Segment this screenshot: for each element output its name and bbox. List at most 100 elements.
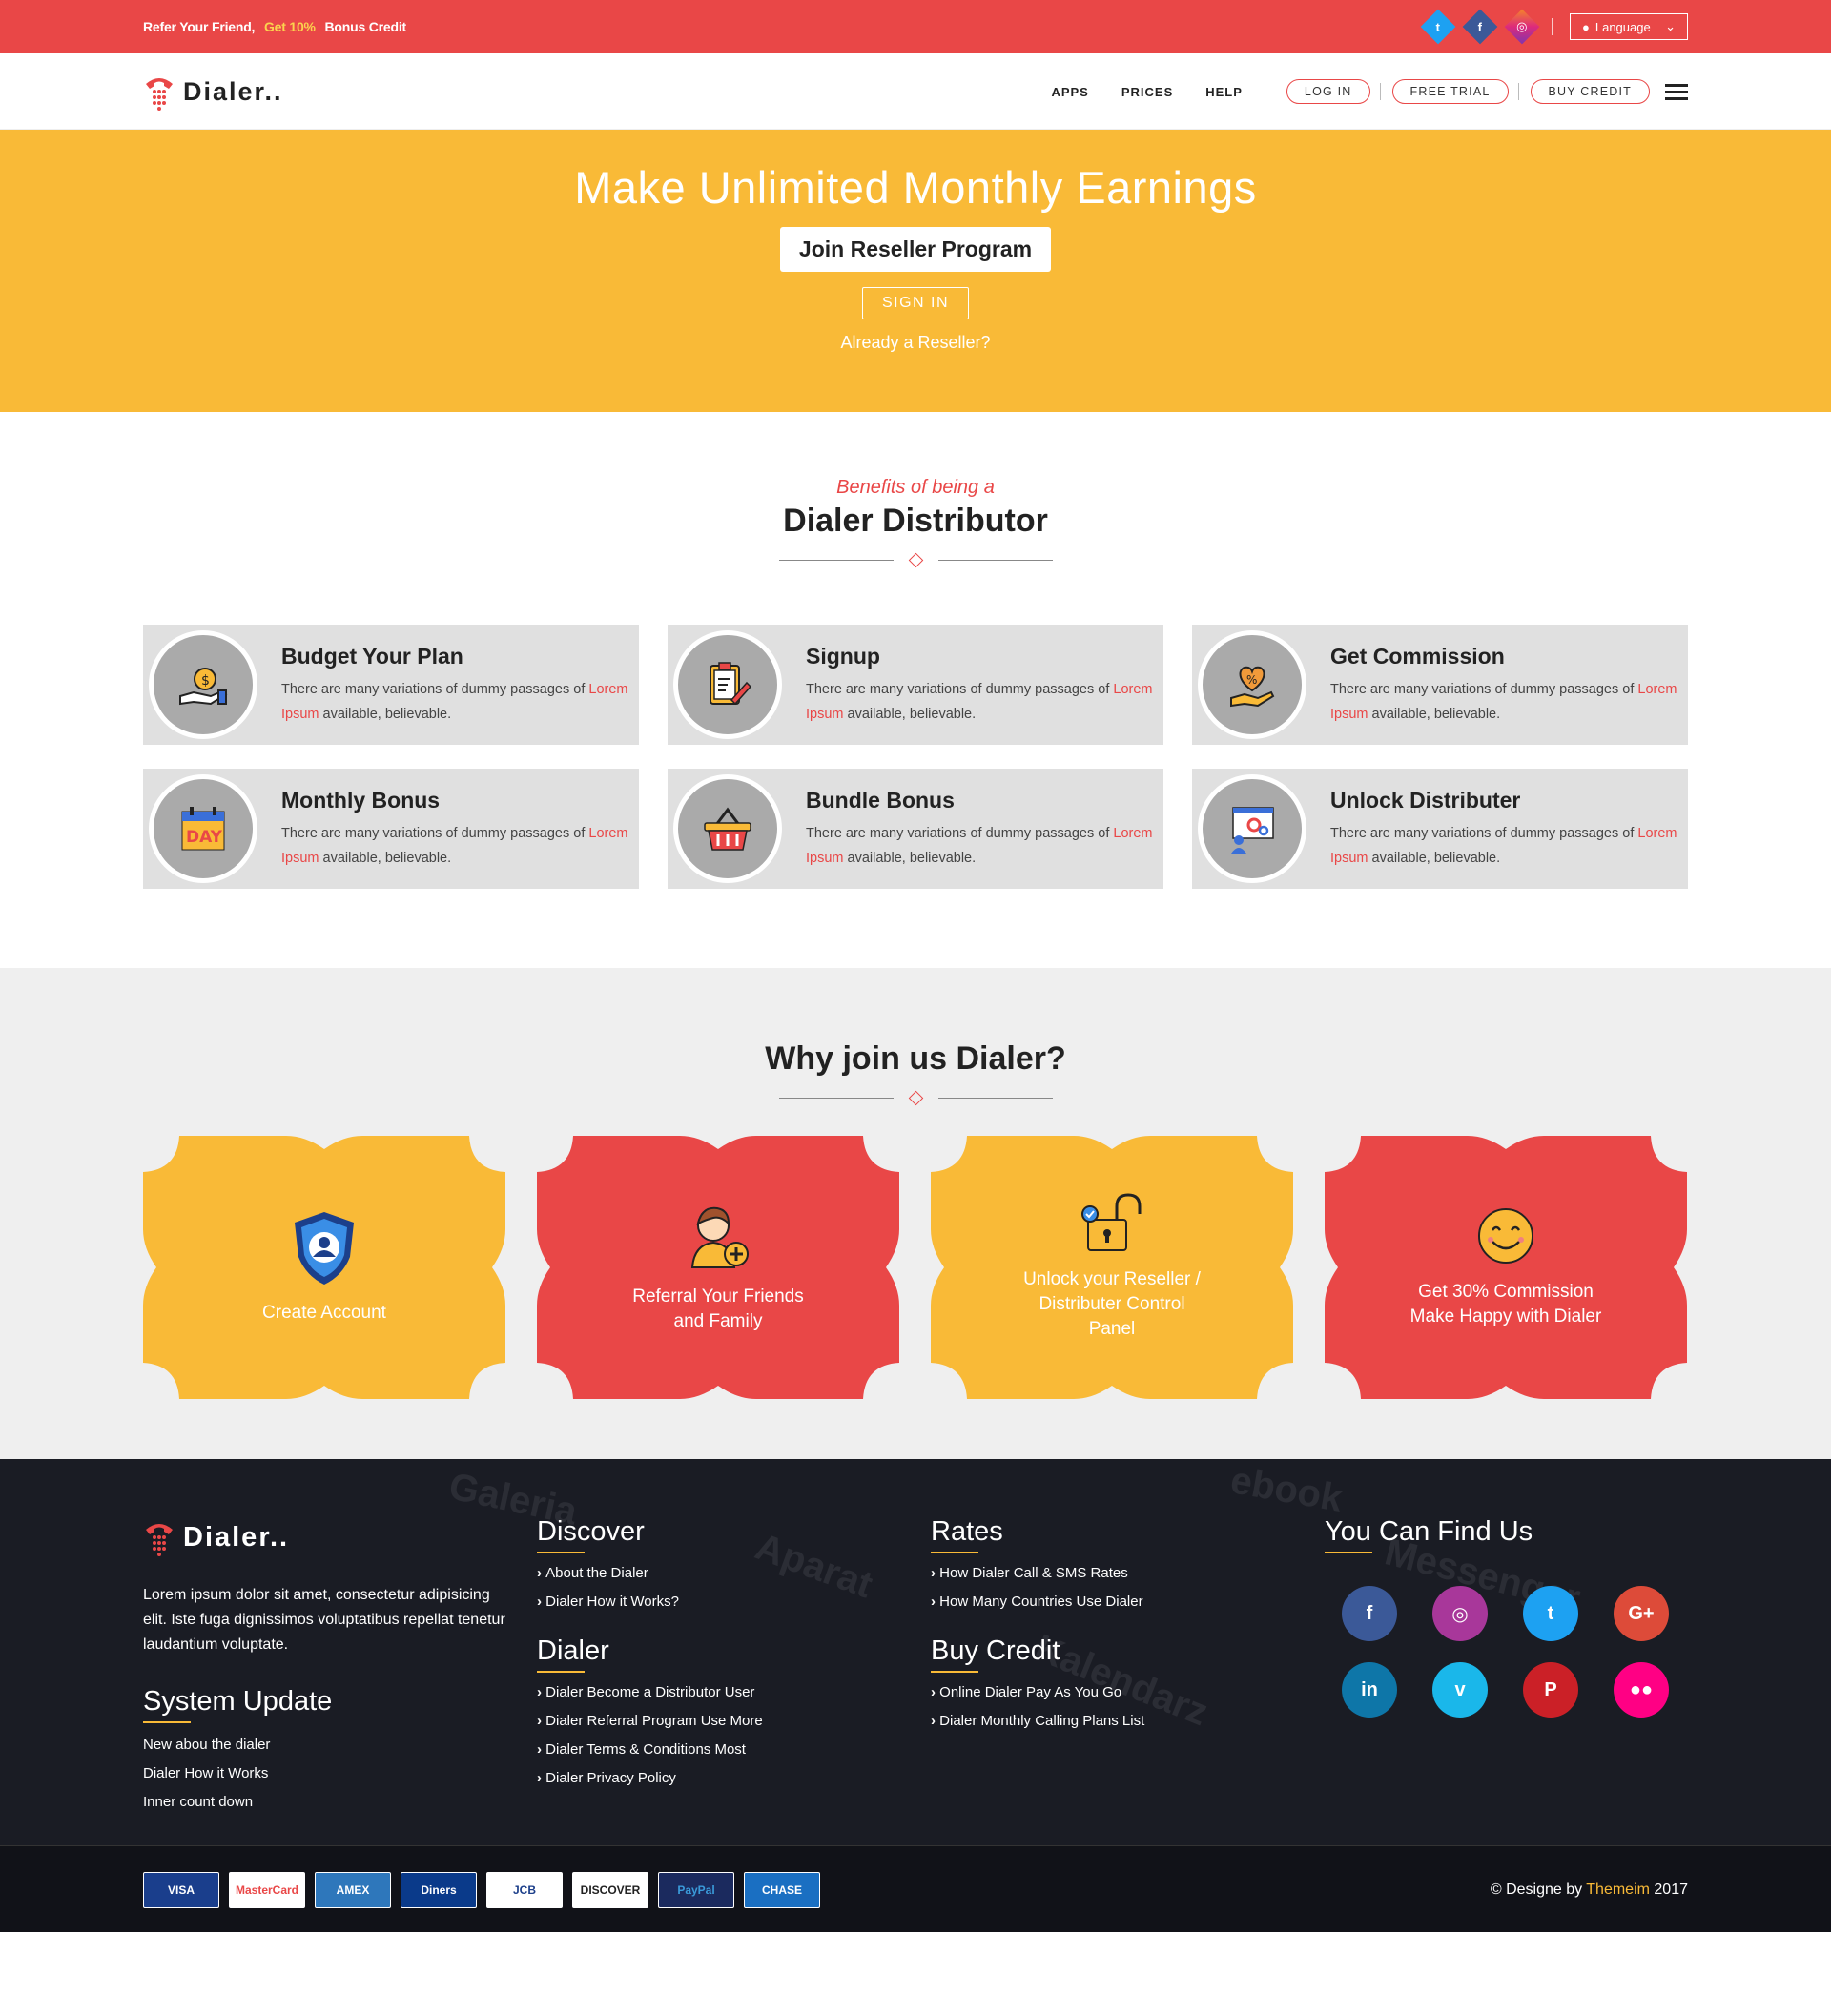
globe-icon: ● (1582, 19, 1590, 34)
free-trial-button[interactable]: FREE TRIAL (1391, 79, 1509, 104)
hero-banner: Make Unlimited Monthly Earnings Join Res… (0, 130, 1831, 412)
referral-text: Refer Your Friend, (143, 19, 256, 34)
twitter-icon[interactable]: t (1523, 1586, 1578, 1641)
why-card-text: Create Account (262, 1303, 386, 1323)
why-card-referral[interactable]: Referral Your Friends and Family (537, 1136, 899, 1399)
divider (1552, 18, 1553, 35)
footer-logo[interactable]: Dialer.. (143, 1516, 537, 1558)
logo[interactable]: Dialer.. (143, 72, 283, 111)
footer-col-rates: Rates How Dialer Call & SMS Rates How Ma… (931, 1516, 1325, 1822)
already-reseller-text: Already a Reseller? (840, 333, 991, 352)
vimeo-icon[interactable]: v (1432, 1662, 1488, 1718)
payment-methods: VISA MasterCard AMEX Diners JCB DISCOVER PayPa… (143, 1871, 820, 1908)
footer-heading: Buy Credit (931, 1635, 1060, 1673)
footer-link[interactable]: Dialer Monthly Calling Plans List (931, 1713, 1325, 1729)
footer-link[interactable]: Dialer Referral Program Use More (537, 1713, 931, 1729)
hamburger-menu-icon[interactable] (1665, 80, 1688, 104)
why-card-text: Unlock your Reseller / (1023, 1269, 1201, 1289)
nav-prices[interactable]: PRICES (1121, 85, 1173, 99)
footer-link[interactable]: Dialer How it Works? (537, 1594, 931, 1610)
benefit-text: There are many variations of dummy passa… (281, 682, 628, 722)
language-select[interactable]: ● Language ⌄ (1570, 13, 1688, 40)
pinterest-icon[interactable]: P (1523, 1662, 1578, 1718)
footer-link[interactable]: Dialer Become a Distributor User (537, 1684, 931, 1700)
flickr-icon[interactable]: ●● (1614, 1662, 1669, 1718)
svg-text:%: % (1246, 673, 1257, 687)
why-card-create-account[interactable]: Create Account (143, 1136, 505, 1399)
section-title: Dialer Distributor (783, 503, 1048, 539)
svg-text:DAY: DAY (186, 828, 223, 847)
footer: Galeria Aparat ebook Messenger Kalendarz… (0, 1459, 1831, 1932)
footer-link[interactable]: How Dialer Call & SMS Rates (931, 1565, 1325, 1581)
footer-link[interactable]: Dialer Terms & Conditions Most (537, 1741, 931, 1758)
footer-description: Lorem ipsum dolor sit amet, consectetur … (143, 1587, 505, 1653)
heart-percent-hand-icon: % (1198, 630, 1306, 739)
hero-title: Make Unlimited Monthly Earnings (574, 162, 1257, 213)
main-nav: Dialer.. APPS PRICES HELP LOG IN FREE TR… (0, 53, 1831, 130)
section-title: Why join us Dialer? (765, 1040, 1066, 1077)
footer-link[interactable]: How Many Countries Use Dialer (931, 1594, 1325, 1610)
phone-logo-icon (146, 78, 173, 111)
footer-link[interactable]: Dialer Privacy Policy (537, 1770, 931, 1786)
footer-link[interactable]: Inner count down (143, 1794, 537, 1810)
language-label: Language (1594, 19, 1651, 34)
section-divider (0, 552, 1831, 568)
why-card-commission[interactable]: Get 30% Commission Make Happy with Diale… (1325, 1136, 1687, 1399)
smiley-icon (1478, 1208, 1533, 1264)
footer-link[interactable]: Online Dialer Pay As You Go (931, 1684, 1325, 1700)
sign-in-button[interactable]: SIGN IN (862, 287, 969, 319)
twitter-icon[interactable]: t (1420, 9, 1456, 45)
benefit-text: There are many variations of dummy passa… (806, 682, 1153, 722)
benefit-card: Signup There are many variations of dumm… (668, 625, 1163, 745)
person-add-icon (690, 1206, 749, 1268)
login-button[interactable]: LOG IN (1286, 79, 1370, 104)
buy-credit-button[interactable]: BUY CREDIT (1530, 79, 1650, 104)
instagram-icon[interactable]: ◎ (1504, 9, 1540, 45)
footer-heading: System Update (143, 1686, 332, 1723)
payment-card-mastercard-icon: MasterCard (229, 1871, 305, 1908)
benefits-section: Benefits of being a Dialer Distributor $… (0, 412, 1831, 968)
benefit-text: There are many variations of dummy passa… (281, 826, 628, 866)
referral-highlight: Get 10% (263, 19, 316, 34)
google-plus-icon[interactable]: G+ (1614, 1586, 1669, 1641)
payment-card-diners-icon: Diners (401, 1871, 477, 1908)
why-card-text: and Family (673, 1311, 763, 1331)
copyright: © Designe by Themeim 2017 (1490, 1881, 1688, 1898)
payment-card-amex-icon: AMEX (315, 1871, 391, 1908)
money-hand-icon: $ (149, 630, 257, 739)
footer-col-social: You Can Find Us f ◎ t G+ in v P ●● (1325, 1516, 1688, 1822)
divider (1517, 83, 1519, 100)
nav-apps[interactable]: APPS (1051, 85, 1088, 99)
footer-col-discover: Discover About the Dialer Dialer How it … (537, 1516, 931, 1822)
benefit-text: There are many variations of dummy passa… (1330, 826, 1677, 866)
benefit-title: Budget Your Plan (281, 644, 463, 669)
join-reseller-button[interactable]: Join Reseller Program (779, 227, 1052, 272)
why-card-text: Referral Your Friends (632, 1286, 804, 1306)
payment-card-discover-icon: DISCOVER (572, 1871, 648, 1908)
why-card-text: Distributer Control (1039, 1294, 1185, 1314)
benefit-text: There are many variations of dummy passa… (1330, 682, 1677, 722)
themeim-link[interactable]: Themeim (1586, 1882, 1650, 1898)
referral-banner[interactable]: Refer Your Friend, Get 10% Bonus Credit (143, 19, 406, 34)
why-card-unlock-panel[interactable]: Unlock your Reseller / Distributer Contr… (931, 1136, 1293, 1399)
facebook-icon[interactable]: f (1462, 9, 1498, 45)
linkedin-icon[interactable]: in (1342, 1662, 1397, 1718)
footer-link[interactable]: New abou the dialer (143, 1737, 537, 1753)
benefit-card: % Get Commission There are many variatio… (1192, 625, 1688, 745)
payment-card-chase-icon: CHASE (744, 1871, 820, 1908)
facebook-icon[interactable]: f (1342, 1586, 1397, 1641)
benefit-title: Monthly Bonus (281, 788, 441, 813)
why-join-section: Why join us Dialer? Create Account Refer… (0, 968, 1831, 1459)
benefit-title: Signup (806, 644, 880, 669)
footer-link[interactable]: Dialer How it Works (143, 1765, 537, 1781)
referral-text-end: Bonus Credit (324, 19, 407, 34)
footer-link[interactable]: About the Dialer (537, 1565, 931, 1581)
footer-bottom-bar: VISA MasterCard AMEX Diners JCB DISCOVER PayPa… (0, 1845, 1831, 1932)
payment-card-visa-icon: VISA (143, 1871, 219, 1908)
instagram-icon[interactable]: ◎ (1432, 1586, 1488, 1641)
payment-card-jcb-icon: JCB (486, 1871, 563, 1908)
top-bar: Refer Your Friend, Get 10% Bonus Credit … (0, 0, 1831, 53)
divider (1379, 83, 1381, 100)
benefit-text: There are many variations of dummy passa… (806, 826, 1153, 866)
nav-help[interactable]: HELP (1205, 85, 1243, 99)
